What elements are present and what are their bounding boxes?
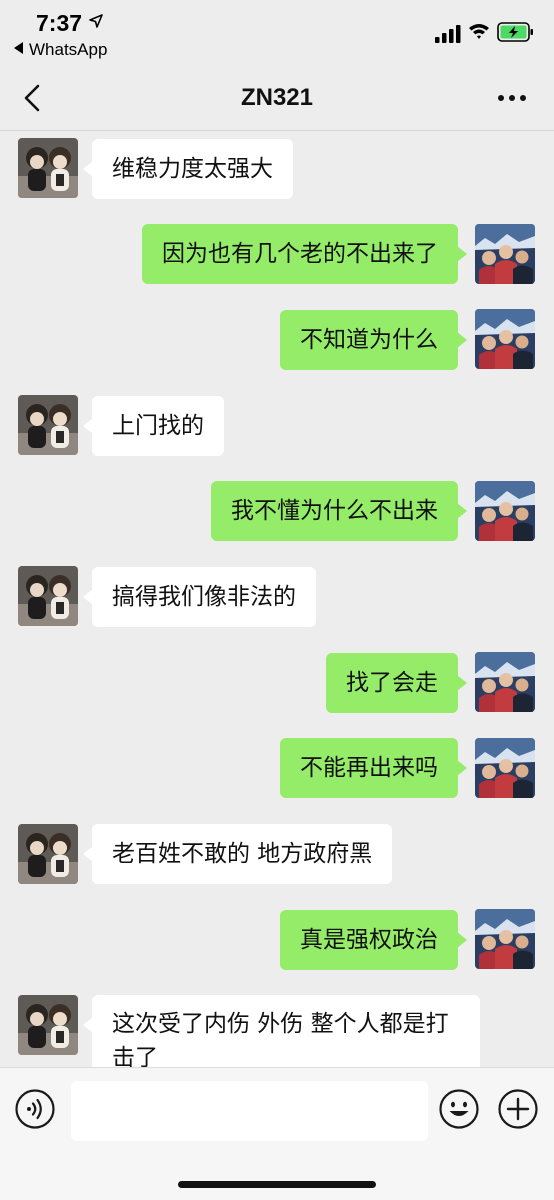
outgoing-message-bubble[interactable]: 因为也有几个老的不出来了 xyxy=(142,224,467,284)
back-triangle-icon xyxy=(14,42,23,54)
chat-screen: 7:37 WhatsApp ZN321 维稳力度太强大 因为也有几个老的不出来了… xyxy=(0,0,554,1200)
chat-title: ZN321 xyxy=(240,84,314,111)
contact-avatar[interactable] xyxy=(18,566,78,626)
status-time: 7:37 xyxy=(36,10,83,36)
home-indicator[interactable] xyxy=(178,1181,376,1188)
contact-avatar[interactable] xyxy=(18,995,78,1055)
more-options-icon[interactable] xyxy=(496,88,528,108)
outgoing-message-bubble[interactable]: 不能再出来吗 xyxy=(280,738,467,798)
outgoing-message-bubble[interactable]: 不知道为什么 xyxy=(280,310,467,370)
cellular-signal-icon xyxy=(435,25,461,43)
location-arrow-icon xyxy=(89,14,103,28)
my-avatar[interactable] xyxy=(475,909,535,969)
incoming-message-bubble[interactable]: 老百姓不敢的 地方政府黑 xyxy=(82,824,393,884)
incoming-message-bubble[interactable]: 维稳力度太强大 xyxy=(83,139,293,199)
outgoing-message-bubble[interactable]: 真是强权政治 xyxy=(280,910,467,970)
outgoing-message-bubble[interactable]: 我不懂为什么不出来 xyxy=(211,481,467,541)
incoming-message-bubble[interactable]: 上门找的 xyxy=(83,396,224,456)
battery-charging-icon xyxy=(497,22,533,42)
message-list[interactable]: 维稳力度太强大 因为也有几个老的不出来了 不知道为什么 上门找的 我不懂为什么不… xyxy=(0,131,554,1067)
emoji-icon[interactable] xyxy=(438,1088,480,1130)
incoming-message-bubble[interactable]: 搞得我们像非法的 xyxy=(83,567,316,627)
my-avatar[interactable] xyxy=(475,652,535,712)
my-avatar[interactable] xyxy=(475,738,535,798)
my-avatar[interactable] xyxy=(475,224,535,284)
contact-avatar[interactable] xyxy=(18,395,78,455)
back-app-label: WhatsApp xyxy=(29,40,108,59)
my-avatar[interactable] xyxy=(475,309,535,369)
plus-icon[interactable] xyxy=(497,1088,539,1130)
my-avatar[interactable] xyxy=(475,481,535,541)
contact-avatar[interactable] xyxy=(18,824,78,884)
wifi-icon xyxy=(469,24,489,39)
outgoing-message-bubble[interactable]: 找了会走 xyxy=(326,653,467,713)
voice-icon[interactable] xyxy=(14,1088,56,1130)
contact-avatar[interactable] xyxy=(18,138,78,198)
chat-header: ZN321 xyxy=(0,66,554,131)
status-bar: 7:37 WhatsApp xyxy=(0,0,554,66)
back-to-app-link[interactable]: WhatsApp xyxy=(14,40,107,60)
incoming-message-bubble[interactable]: 这次受了内伤 外伤 整个人都是打击了 xyxy=(83,995,480,1067)
message-input[interactable] xyxy=(71,1081,428,1141)
